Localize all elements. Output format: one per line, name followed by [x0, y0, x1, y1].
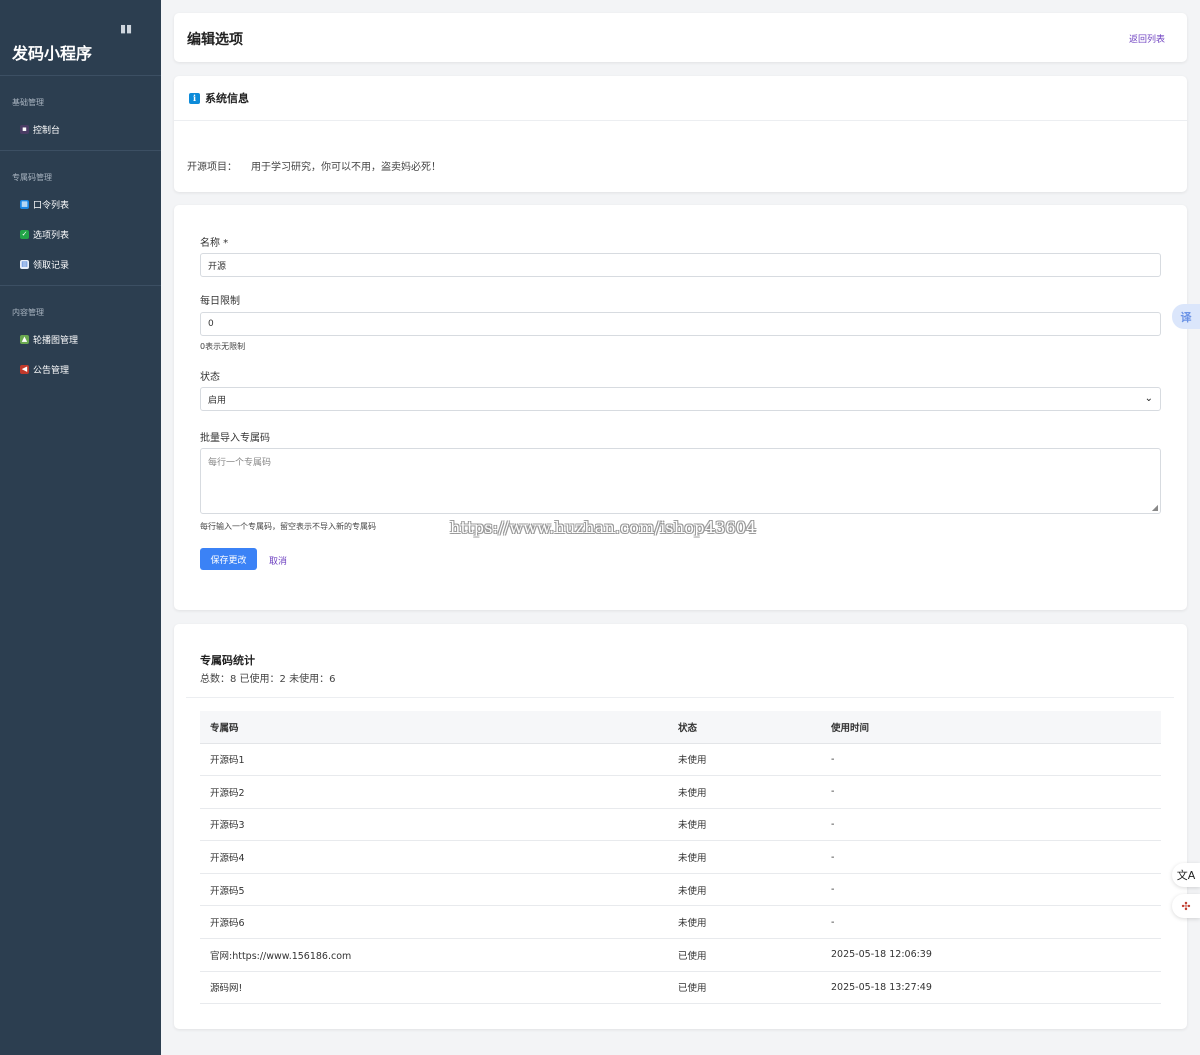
status-cell: 已使用 — [668, 971, 821, 1005]
table-row: 源码网! 已使用 2025-05-18 13:27:49 — [200, 971, 1161, 1005]
grid-icon: ▦ — [20, 199, 29, 209]
back-to-list-link[interactable]: 返回列表 — [1129, 32, 1165, 45]
table-row: 开源码2 未使用 - — [200, 775, 1161, 809]
time-cell: 2025-05-18 13:27:49 — [821, 971, 1161, 1005]
time-cell: - — [821, 808, 1161, 842]
calendar-icon: ▤ — [20, 259, 29, 269]
sidebar-item-passwords[interactable]: ▦ 口令列表 — [20, 197, 69, 211]
divider — [0, 150, 161, 151]
sidebar-section-content: 内容管理 — [12, 308, 44, 317]
code-cell: 开源码3 — [200, 808, 668, 842]
system-info-heading: i 系统信息 — [189, 90, 249, 106]
table-row: 开源码4 未使用 - — [200, 840, 1161, 874]
sidebar: ▮▮ 发码小程序 基础管理 ▪ 控制台 专属码管理 ▦ 口令列表 ✓ 选项列表 … — [0, 0, 161, 1055]
sidebar-item-label: 口令列表 — [33, 200, 70, 211]
sidebar-item-carousel[interactable]: ▲ 轮播图管理 — [20, 332, 78, 346]
extension-icon[interactable]: ✣ — [1172, 894, 1200, 918]
sidebar-item-announcements[interactable]: ◀ 公告管理 — [20, 362, 69, 376]
system-info-value: 用于学习研究，你可以不用，盗卖妈必死！ — [251, 162, 441, 173]
status-cell: 未使用 — [668, 873, 821, 907]
import-textarea[interactable]: 每行一个专属码 ◢ — [200, 448, 1161, 514]
sidebar-item-label: 选项列表 — [33, 230, 70, 241]
daily-limit-label: 每日限制 — [200, 296, 240, 307]
status-cell: 未使用 — [668, 775, 821, 809]
stats-summary: 总数：8 已使用：2 未使用：6 — [200, 674, 336, 685]
daily-limit-input[interactable]: 0 — [200, 312, 1161, 336]
sidebar-item-dashboard[interactable]: ▪ 控制台 — [20, 122, 60, 136]
time-cell: - — [821, 840, 1161, 874]
megaphone-icon: ◀ — [20, 364, 29, 374]
name-label: 名称 * — [200, 238, 229, 249]
column-header: 使用时间 — [821, 711, 1161, 744]
stats-title: 专属码统计 — [200, 654, 255, 667]
time-cell: - — [821, 743, 1161, 777]
column-header: 状态 — [668, 711, 821, 744]
save-button[interactable]: 保存更改 — [200, 548, 257, 570]
import-help: 每行输入一个专属码，留空表示不导入新的专属码 — [200, 522, 376, 531]
app-title: 发码小程序 — [12, 44, 93, 63]
sidebar-toggle-icon[interactable]: ▮▮ — [120, 22, 142, 40]
sidebar-item-records[interactable]: ▤ 领取记录 — [20, 257, 69, 271]
code-table: 专属码 状态 使用时间 开源码1 未使用 - 开源码2 未使用 - 开源码3 未… — [200, 711, 1161, 1005]
page-title: 编辑选项 — [187, 32, 243, 48]
info-icon: i — [189, 92, 200, 104]
status-cell: 未使用 — [668, 840, 821, 874]
resize-handle-icon[interactable]: ◢ — [1152, 503, 1158, 512]
sidebar-section-codes: 专属码管理 — [12, 173, 52, 182]
code-cell: 开源码6 — [200, 905, 668, 940]
chevron-down-icon: ⌄ — [1144, 393, 1153, 404]
time-cell: - — [821, 775, 1161, 809]
status-cell: 未使用 — [668, 743, 821, 777]
image-icon: ▲ — [20, 334, 29, 344]
code-cell: 开源码2 — [200, 775, 668, 809]
system-info-card: i 系统信息 开源项目： 用于学习研究，你可以不用，盗卖妈必死！ — [174, 76, 1187, 192]
status-label: 状态 — [200, 372, 220, 383]
status-cell: 已使用 — [668, 938, 821, 972]
divider — [186, 697, 1174, 698]
cancel-link[interactable]: 取消 — [269, 554, 287, 567]
time-cell: 2025-05-18 12:06:39 — [821, 938, 1161, 972]
watermark: https://www.huzhan.com/ishop43604 — [450, 518, 757, 537]
system-info-title: 系统信息 — [205, 92, 249, 105]
translate-float-button[interactable]: 译 — [1172, 304, 1200, 329]
table-row: 开源码6 未使用 - — [200, 905, 1161, 940]
column-header: 专属码 — [200, 711, 668, 744]
import-label: 批量导入专属码 — [200, 433, 270, 444]
name-input[interactable]: 开源 — [200, 253, 1161, 277]
sidebar-section-basic: 基础管理 — [12, 98, 44, 107]
table-row: 官网:https://www.156186.com 已使用 2025-05-18… — [200, 938, 1161, 972]
daily-limit-help: 0表示无限制 — [200, 342, 246, 351]
edit-form-card: 名称 * 开源 每日限制 0 0表示无限制 状态 启用 ⌄ 批量导入专属码 每行… — [174, 205, 1187, 610]
sidebar-item-options[interactable]: ✓ 选项列表 — [20, 227, 69, 241]
sidebar-item-label: 公告管理 — [33, 365, 70, 376]
code-stats-card: 专属码统计 总数：8 已使用：2 未使用：6 专属码 状态 使用时间 开源码1 … — [174, 624, 1187, 1029]
page-header: 编辑选项 返回列表 — [174, 13, 1187, 62]
table-row: 开源码1 未使用 - — [200, 743, 1161, 777]
time-cell: - — [821, 873, 1161, 907]
status-cell: 未使用 — [668, 808, 821, 842]
table-row: 开源码5 未使用 - — [200, 873, 1161, 907]
divider — [174, 120, 1187, 121]
divider — [0, 285, 161, 286]
code-cell: 开源码5 — [200, 873, 668, 907]
code-cell: 源码网! — [200, 971, 668, 1005]
table-row: 开源码3 未使用 - — [200, 808, 1161, 842]
code-cell: 官网:https://www.156186.com — [200, 938, 668, 972]
checkbox-icon: ✓ — [20, 229, 29, 239]
divider — [0, 75, 161, 76]
table-header-row: 专属码 状态 使用时间 — [200, 711, 1161, 744]
status-cell: 未使用 — [668, 905, 821, 940]
code-cell: 开源码1 — [200, 743, 668, 777]
sidebar-item-label: 轮播图管理 — [33, 335, 79, 346]
translate-icon[interactable]: 文A — [1172, 863, 1200, 887]
sidebar-item-label: 领取记录 — [33, 260, 70, 271]
status-select[interactable]: 启用 ⌄ — [200, 387, 1161, 411]
system-info-label: 开源项目： — [187, 162, 237, 173]
code-cell: 开源码4 — [200, 840, 668, 874]
status-select-value: 启用 — [208, 395, 227, 406]
time-cell: - — [821, 905, 1161, 940]
import-placeholder: 每行一个专属码 — [208, 458, 272, 468]
dashboard-icon: ▪ — [20, 124, 29, 134]
sidebar-item-label: 控制台 — [33, 125, 61, 136]
